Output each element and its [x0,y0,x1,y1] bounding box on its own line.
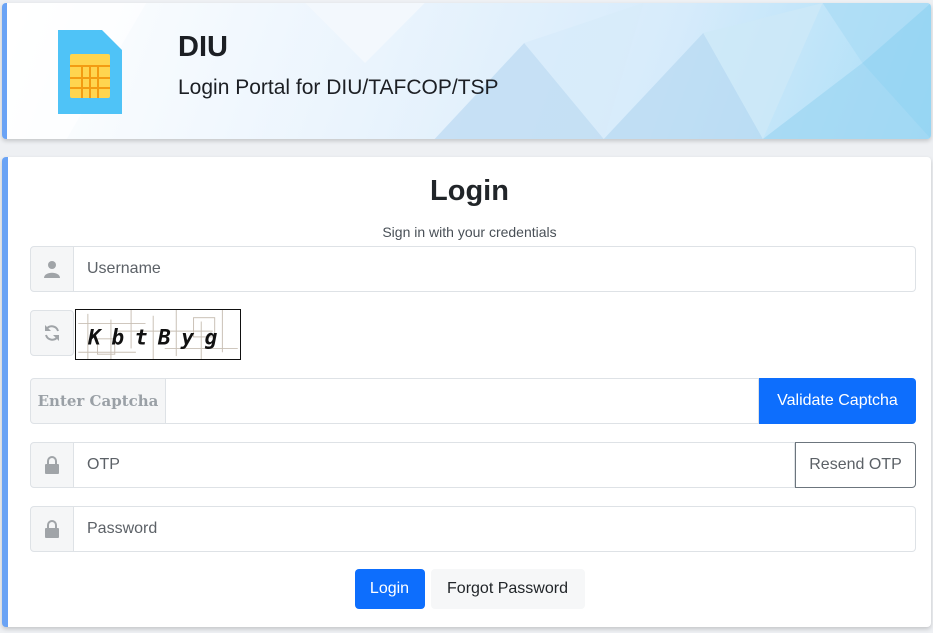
login-subtitle: Sign in with your credentials [382,224,557,240]
forgot-password-button[interactable]: Forgot Password [430,569,585,609]
captcha-label: Enter Captcha [30,378,166,424]
captcha-display-group: KbtByg [30,309,241,360]
login-card: Login Sign in with your credentials User… [2,157,931,627]
captcha-input-group: Enter Captcha Validate Captcha [30,378,916,424]
username-group [30,246,916,292]
login-actions: Login Forgot Password [8,569,931,609]
header-background [7,3,931,139]
refresh-captcha-icon[interactable] [30,310,74,356]
username-input[interactable] [74,246,916,292]
resend-otp-button[interactable]: Resend OTP [795,442,916,488]
password-group [30,506,916,552]
lock-icon [30,442,74,488]
captcha-image: KbtByg [75,309,241,360]
captcha-input[interactable] [166,378,759,424]
sim-card-icon [58,30,122,114]
portal-subtitle: Login Portal for DIU/TAFCOP/TSP [178,76,499,99]
login-title: Login [430,175,509,207]
portal-header: DIU Login Portal for DIU/TAFCOP/TSP [2,3,931,139]
validate-captcha-button[interactable]: Validate Captcha [759,378,916,424]
captcha-text: KbtByg [87,325,228,350]
user-icon [30,246,74,292]
password-input[interactable] [74,506,916,552]
otp-group: Resend OTP [30,442,916,488]
otp-input[interactable] [74,442,795,488]
login-button[interactable]: Login [354,569,425,609]
portal-title: DIU [178,31,228,63]
lock-icon [30,506,74,552]
